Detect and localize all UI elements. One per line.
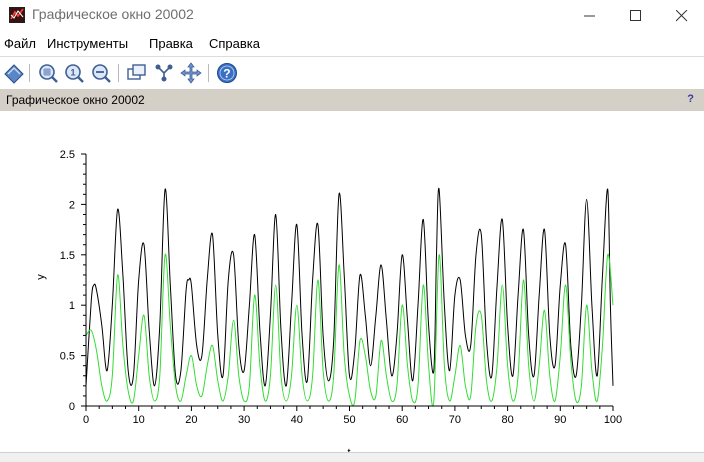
toolbar-separator bbox=[118, 64, 119, 82]
close-icon bbox=[676, 10, 688, 22]
x-tick-label: 90 bbox=[554, 414, 566, 426]
x-tick-label: 20 bbox=[185, 414, 197, 426]
x-tick-label: 100 bbox=[604, 414, 622, 426]
help-icon[interactable]: ? bbox=[216, 62, 238, 84]
x-tick-label: 40 bbox=[291, 414, 303, 426]
svg-text:1: 1 bbox=[71, 68, 76, 78]
figure-info-bar: Графическое окно 20002 ? bbox=[0, 89, 704, 111]
x-tick-label: 80 bbox=[501, 414, 513, 426]
edit-axes-icon[interactable] bbox=[153, 62, 175, 84]
maximize-icon bbox=[630, 10, 641, 21]
maximize-button[interactable] bbox=[612, 0, 658, 30]
x-tick-label: 10 bbox=[133, 414, 145, 426]
datatip-icon[interactable] bbox=[3, 62, 25, 84]
series-line-1 bbox=[85, 253, 614, 407]
close-button[interactable] bbox=[658, 0, 704, 30]
zoom-original-icon[interactable]: 1 bbox=[63, 62, 85, 84]
figure-info-label: Графическое окно 20002 bbox=[6, 93, 145, 107]
pan-icon[interactable] bbox=[180, 62, 202, 84]
y-tick-label: 0 bbox=[69, 401, 75, 413]
y-tick-label: 2.5 bbox=[60, 149, 75, 161]
x-tick-label: 0 bbox=[83, 414, 89, 426]
window-titlebar: Графическое окно 20002 bbox=[0, 0, 704, 30]
scilab-graphics-icon bbox=[9, 7, 25, 23]
plot-canvas[interactable]: 010203040506070809010000.511.522.5 t y bbox=[0, 111, 704, 461]
series-line-0 bbox=[85, 187, 614, 387]
x-tick-label: 70 bbox=[449, 414, 461, 426]
y-tick-label: 2 bbox=[69, 199, 75, 211]
toolbar: 1 ? bbox=[0, 56, 704, 90]
y-tick-label: 1 bbox=[69, 300, 75, 312]
zoom-out-icon[interactable] bbox=[90, 62, 112, 84]
series-layer bbox=[85, 187, 614, 407]
x-tick-label: 50 bbox=[343, 414, 355, 426]
toolbar-separator bbox=[29, 64, 30, 82]
x-tick-label: 60 bbox=[396, 414, 408, 426]
menu-file[interactable]: Файл bbox=[4, 36, 36, 51]
menu-tools[interactable]: Инструменты bbox=[47, 36, 128, 51]
menu-help[interactable]: Справка bbox=[209, 36, 260, 51]
menubar: Файл Инструменты Правка Справка bbox=[0, 33, 704, 55]
window-title: Графическое окно 20002 bbox=[32, 6, 194, 22]
toolbar-separator bbox=[208, 64, 209, 82]
zoom-in-icon[interactable] bbox=[37, 62, 59, 84]
minimize-button[interactable] bbox=[566, 0, 612, 30]
menu-edit[interactable]: Правка bbox=[149, 36, 193, 51]
x-tick-label: 30 bbox=[238, 414, 250, 426]
y-tick-label: 1.5 bbox=[60, 250, 75, 262]
minimize-icon bbox=[584, 15, 595, 17]
info-help-link[interactable]: ? bbox=[687, 93, 694, 105]
y-tick-label: 0.5 bbox=[60, 351, 75, 363]
rotate-icon[interactable] bbox=[126, 62, 148, 84]
svg-text:?: ? bbox=[223, 67, 230, 81]
y-axis-label: y bbox=[35, 274, 47, 280]
